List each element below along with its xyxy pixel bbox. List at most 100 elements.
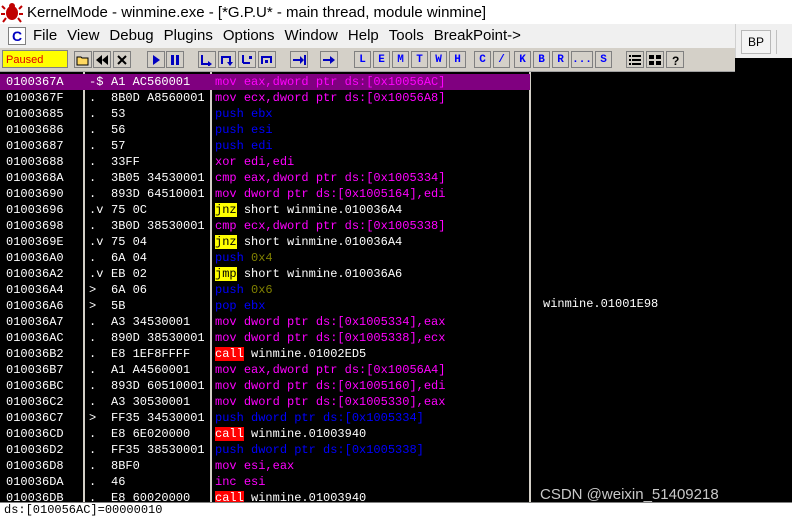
row-mnemonic: mov xyxy=(215,315,237,329)
disassembly-row[interactable]: 010036DA. 46 inc esi xyxy=(0,474,530,490)
menu-file[interactable]: File xyxy=(28,24,62,48)
menu-options[interactable]: Options xyxy=(218,24,280,48)
row-marker: .v xyxy=(89,235,104,249)
row-instruction: push 0x4 xyxy=(215,250,530,266)
disassembly-row[interactable]: 010036AC. 890D 38530001 mov dword ptr ds:[… xyxy=(0,330,530,346)
menu-breakpoint[interactable]: BreakPoint-> xyxy=(429,24,526,48)
disassembly-row[interactable]: 0100368A. 3B05 34530001 cmp eax,dword ptr … xyxy=(0,170,530,186)
disassembly-row[interactable]: 0100367F. 8B0D A8560001 mov ecx,dword ptr … xyxy=(0,90,530,106)
row-mnemonic: cmp xyxy=(215,219,237,233)
row-marker: > xyxy=(89,411,97,425)
row-operands: dword ptr ds:[0x1005338],ecx xyxy=(243,331,446,345)
disassembly-row[interactable]: 010036CD. E8 6E020000 call winmine.0100394… xyxy=(0,426,530,442)
disassembly-row[interactable]: 01003698. 3B0D 38530001 cmp ecx,dword ptr … xyxy=(0,218,530,234)
menu-debug[interactable]: Debug xyxy=(104,24,158,48)
row-marker: . xyxy=(89,459,97,473)
row-mnemonic: push xyxy=(215,123,244,137)
window-references-button[interactable]: R xyxy=(552,51,569,68)
window-memory-button[interactable]: M xyxy=(392,51,409,68)
disassembly-row[interactable]: 010036B7. A1 A4560001 mov eax,dword ptr ds… xyxy=(0,362,530,378)
disassembly-row[interactable]: 010036A4 >6A 06 push 0x6 xyxy=(0,282,530,298)
window-runtrace-button[interactable]: ... xyxy=(571,51,593,68)
row-operands: edi,edi xyxy=(243,155,295,169)
window-patches-button[interactable]: / xyxy=(493,51,510,68)
pause-icon[interactable] xyxy=(166,51,184,68)
row-hex: 33FF xyxy=(111,155,140,169)
row-hex: A1 AC560001 xyxy=(111,75,191,89)
disassembly-row[interactable]: 010036D2. FF35 38530001 push dword ptr ds:… xyxy=(0,442,530,458)
row-instruction: cmp eax,dword ptr ds:[0x1005334] xyxy=(215,170,530,186)
row-instruction: push esi xyxy=(215,122,530,138)
grid-icon[interactable] xyxy=(646,51,664,68)
disassembly-row[interactable]: 01003690. 893D 64510001 mov dword ptr ds:[… xyxy=(0,186,530,202)
watermark: CSDN @weixin_51409218 xyxy=(540,486,719,503)
help-icon[interactable]: ? xyxy=(666,51,684,68)
menu-bar: C File View Debug Plugins Options Window… xyxy=(0,24,735,48)
menu-view[interactable]: View xyxy=(62,24,104,48)
disassembly-row[interactable]: 01003696 .v 75 0C jnz short winmine.010036A… xyxy=(0,202,530,218)
disassembly-row[interactable]: 010036A7. A3 34530001 mov dword ptr ds:[0x… xyxy=(0,314,530,330)
disassembly-row[interactable]: 01003685. 53 push ebx xyxy=(0,106,530,122)
close-icon[interactable] xyxy=(113,51,131,68)
row-hex: 893D 60510001 xyxy=(111,379,205,393)
row-hex: 890D 38530001 xyxy=(111,331,205,345)
row-instruction: call winmine.01002ED5 xyxy=(215,346,530,362)
disassembly-row[interactable]: 01003688. 33FF xor edi,edi xyxy=(0,154,530,170)
disassembly-row[interactable]: 0100367A -$ A1 AC560001 mov eax,dword ptr d… xyxy=(0,74,530,90)
cpu-logo-icon[interactable]: C xyxy=(8,27,26,45)
disassembly-row[interactable]: 010036A0. 6A 04 push 0x4 xyxy=(0,250,530,266)
row-instruction: pop ebx xyxy=(215,298,530,314)
disassembly-row[interactable]: 010036BC. 893D 60510001 mov dword ptr ds:[… xyxy=(0,378,530,394)
status-bar: ds:[010056AC]=00000010 xyxy=(0,502,792,516)
row-address: 01003687 xyxy=(6,139,64,153)
disassembly-row[interactable]: 0100369E .v 75 04 jnz short winmine.010036A… xyxy=(0,234,530,250)
step-into-icon[interactable] xyxy=(198,51,216,68)
open-icon[interactable] xyxy=(74,51,92,68)
disassembly-row[interactable]: 010036C7 > FF35 34530001 push dword ptr ds:… xyxy=(0,410,530,426)
row-hex: 56 xyxy=(111,123,126,137)
disassembly-row[interactable]: 010036C2. A3 30530001 mov dword ptr ds:[0x… xyxy=(0,394,530,410)
run-icon[interactable] xyxy=(147,51,165,68)
row-operands: dword ptr ds:[0x1005334],eax xyxy=(243,315,446,329)
window-source-button[interactable]: S xyxy=(595,51,612,68)
row-mnemonic: inc xyxy=(215,475,237,489)
window-executable-button[interactable]: E xyxy=(373,51,390,68)
window-breakpoints-button[interactable]: B xyxy=(533,51,550,68)
disassembly-row[interactable]: 010036A6 >5B pop ebx xyxy=(0,298,530,314)
disassembly-row[interactable]: 010036D8. 8BF0 mov esi,eax xyxy=(0,458,530,474)
trace-over-icon[interactable] xyxy=(258,51,276,68)
window-log-button[interactable]: L xyxy=(354,51,371,68)
row-operands: dword ptr ds:[0x1005164],edi xyxy=(243,187,446,201)
window-handles-button[interactable]: H xyxy=(449,51,466,68)
cpu-disassembly-pane[interactable]: 0100367A -$ A1 AC560001 mov eax,dword ptr d… xyxy=(0,72,792,505)
trace-into-icon[interactable] xyxy=(238,51,256,68)
disassembly-row[interactable]: 010036B2. E8 1EF8FFFF call winmine.01002ED… xyxy=(0,346,530,362)
window-threads-button[interactable]: T xyxy=(411,51,428,68)
menu-window[interactable]: Window xyxy=(280,24,343,48)
row-address: 010036D2 xyxy=(6,443,64,457)
menu-tools[interactable]: Tools xyxy=(384,24,429,48)
row-address: 01003688 xyxy=(6,155,64,169)
step-over-icon[interactable] xyxy=(218,51,236,68)
row-address: 0100367F xyxy=(6,91,64,105)
row-instruction: jnz short winmine.010036A4 xyxy=(215,202,530,218)
menu-help[interactable]: Help xyxy=(343,24,384,48)
execute-till-return-icon[interactable] xyxy=(290,51,308,68)
goto-icon[interactable] xyxy=(320,51,338,68)
disassembly-row[interactable]: 010036A2 .v EB 02 jmp short winmine.010036A… xyxy=(0,266,530,282)
menu-plugins[interactable]: Plugins xyxy=(159,24,218,48)
row-instruction: push 0x6 xyxy=(215,282,530,298)
row-address: 01003686 xyxy=(6,123,64,137)
bp-button[interactable]: BP xyxy=(741,30,771,54)
comment-text: winmine.01001E98 xyxy=(543,297,659,311)
row-hex: E8 6E020000 xyxy=(111,427,191,441)
disassembly-row[interactable]: 01003687. 57 push edi xyxy=(0,138,530,154)
row-marker: . xyxy=(89,219,97,233)
disassembly-row[interactable]: 01003686. 56 push esi xyxy=(0,122,530,138)
row-instruction: mov ecx,dword ptr ds:[0x10056A8] xyxy=(215,90,530,106)
window-cpu-button[interactable]: C xyxy=(474,51,491,68)
window-callstack-button[interactable]: K xyxy=(514,51,531,68)
window-windows-button[interactable]: W xyxy=(430,51,447,68)
list-icon[interactable] xyxy=(626,51,644,68)
rewind-icon[interactable] xyxy=(93,51,111,68)
